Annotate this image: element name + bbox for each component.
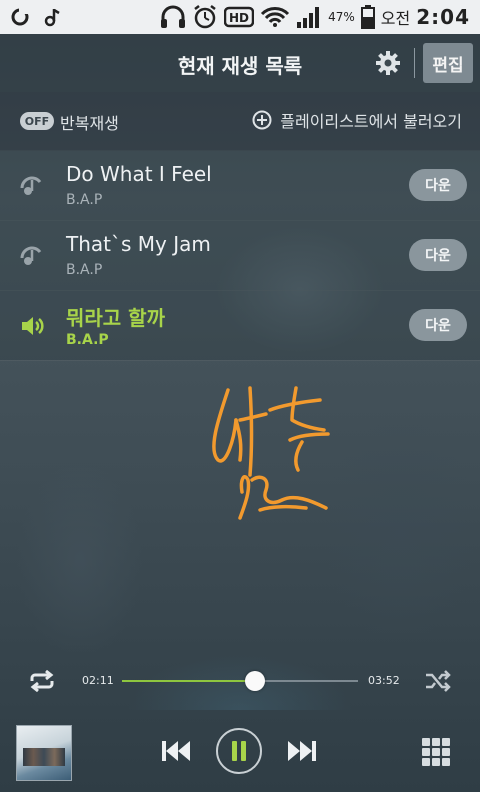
pause-button[interactable] bbox=[216, 728, 262, 774]
next-track-icon[interactable] bbox=[286, 738, 318, 764]
battery-percent: 47% bbox=[328, 10, 355, 24]
alarm-clock-icon bbox=[192, 4, 218, 30]
song-artist: B.A.P bbox=[66, 192, 103, 208]
load-playlist-button[interactable]: 플레이리스트에서 불러오기 bbox=[252, 108, 462, 132]
speaker-playing-icon bbox=[20, 314, 46, 338]
song-artist: B.A.P bbox=[66, 262, 103, 278]
load-playlist-label: 플레이리스트에서 불러오기 bbox=[280, 112, 462, 131]
seek-bar-handle[interactable] bbox=[245, 671, 266, 691]
current-time: 02:11 bbox=[82, 674, 114, 687]
playback-status-icon bbox=[20, 244, 46, 268]
download-button[interactable]: 다운 bbox=[409, 169, 467, 201]
previous-track-icon[interactable] bbox=[160, 738, 192, 764]
repeat-toggle[interactable]: OFF bbox=[20, 112, 54, 130]
battery-icon bbox=[360, 5, 375, 29]
options-row: OFF 반복재생 플레이리스트에서 불러오기 bbox=[0, 92, 480, 151]
gear-icon[interactable] bbox=[374, 49, 402, 77]
headphones-icon bbox=[160, 5, 186, 29]
signal-icon bbox=[296, 5, 322, 29]
repeat-icon[interactable] bbox=[27, 669, 57, 693]
header-bar: 현재 재생 목록 편집 bbox=[0, 34, 480, 92]
song-title: That`s My Jam bbox=[66, 232, 211, 256]
seek-bar[interactable] bbox=[122, 671, 358, 691]
hd-voice-icon: HD bbox=[224, 6, 255, 28]
download-button[interactable]: 다운 bbox=[409, 239, 467, 271]
list-item[interactable]: That`s My Jam B.A.P 다운 bbox=[0, 220, 480, 291]
plus-circle-icon bbox=[252, 110, 272, 130]
status-ampm: 오전 bbox=[380, 9, 411, 28]
playback-status-icon bbox=[20, 174, 46, 198]
app-notification-icon bbox=[10, 7, 30, 27]
song-title: Do What I Feel bbox=[66, 162, 212, 186]
handwritten-signature bbox=[212, 386, 330, 520]
edit-button[interactable]: 편집 bbox=[423, 43, 473, 83]
page-title: 현재 재생 목록 bbox=[177, 54, 303, 78]
pause-icon bbox=[232, 741, 237, 761]
music-note-icon bbox=[44, 7, 62, 27]
wifi-icon bbox=[260, 6, 290, 28]
player-controls bbox=[0, 714, 480, 792]
header-divider bbox=[414, 48, 415, 78]
shuffle-icon[interactable] bbox=[424, 670, 452, 692]
progress-row: 02:11 03:52 bbox=[0, 664, 480, 698]
status-time: 2:04 bbox=[416, 5, 470, 29]
download-button[interactable]: 다운 bbox=[409, 309, 467, 341]
hd-label: HD bbox=[229, 11, 249, 25]
grid-menu-icon[interactable] bbox=[422, 738, 450, 766]
total-time: 03:52 bbox=[368, 674, 400, 687]
list-item[interactable]: 뭐라고 할까 B.A.P 다운 bbox=[0, 290, 480, 361]
seek-bar-fill bbox=[122, 680, 256, 682]
song-artist: B.A.P bbox=[66, 332, 109, 348]
repeat-label[interactable]: 반복재생 bbox=[60, 110, 119, 134]
status-bar: HD 47% 오전 2:04 bbox=[0, 0, 480, 34]
list-item[interactable]: Do What I Feel B.A.P 다운 bbox=[0, 150, 480, 221]
album-art-thumbnail[interactable] bbox=[16, 725, 72, 781]
song-title: 뭐라고 할까 bbox=[66, 306, 165, 330]
album-art-photo bbox=[23, 748, 65, 766]
